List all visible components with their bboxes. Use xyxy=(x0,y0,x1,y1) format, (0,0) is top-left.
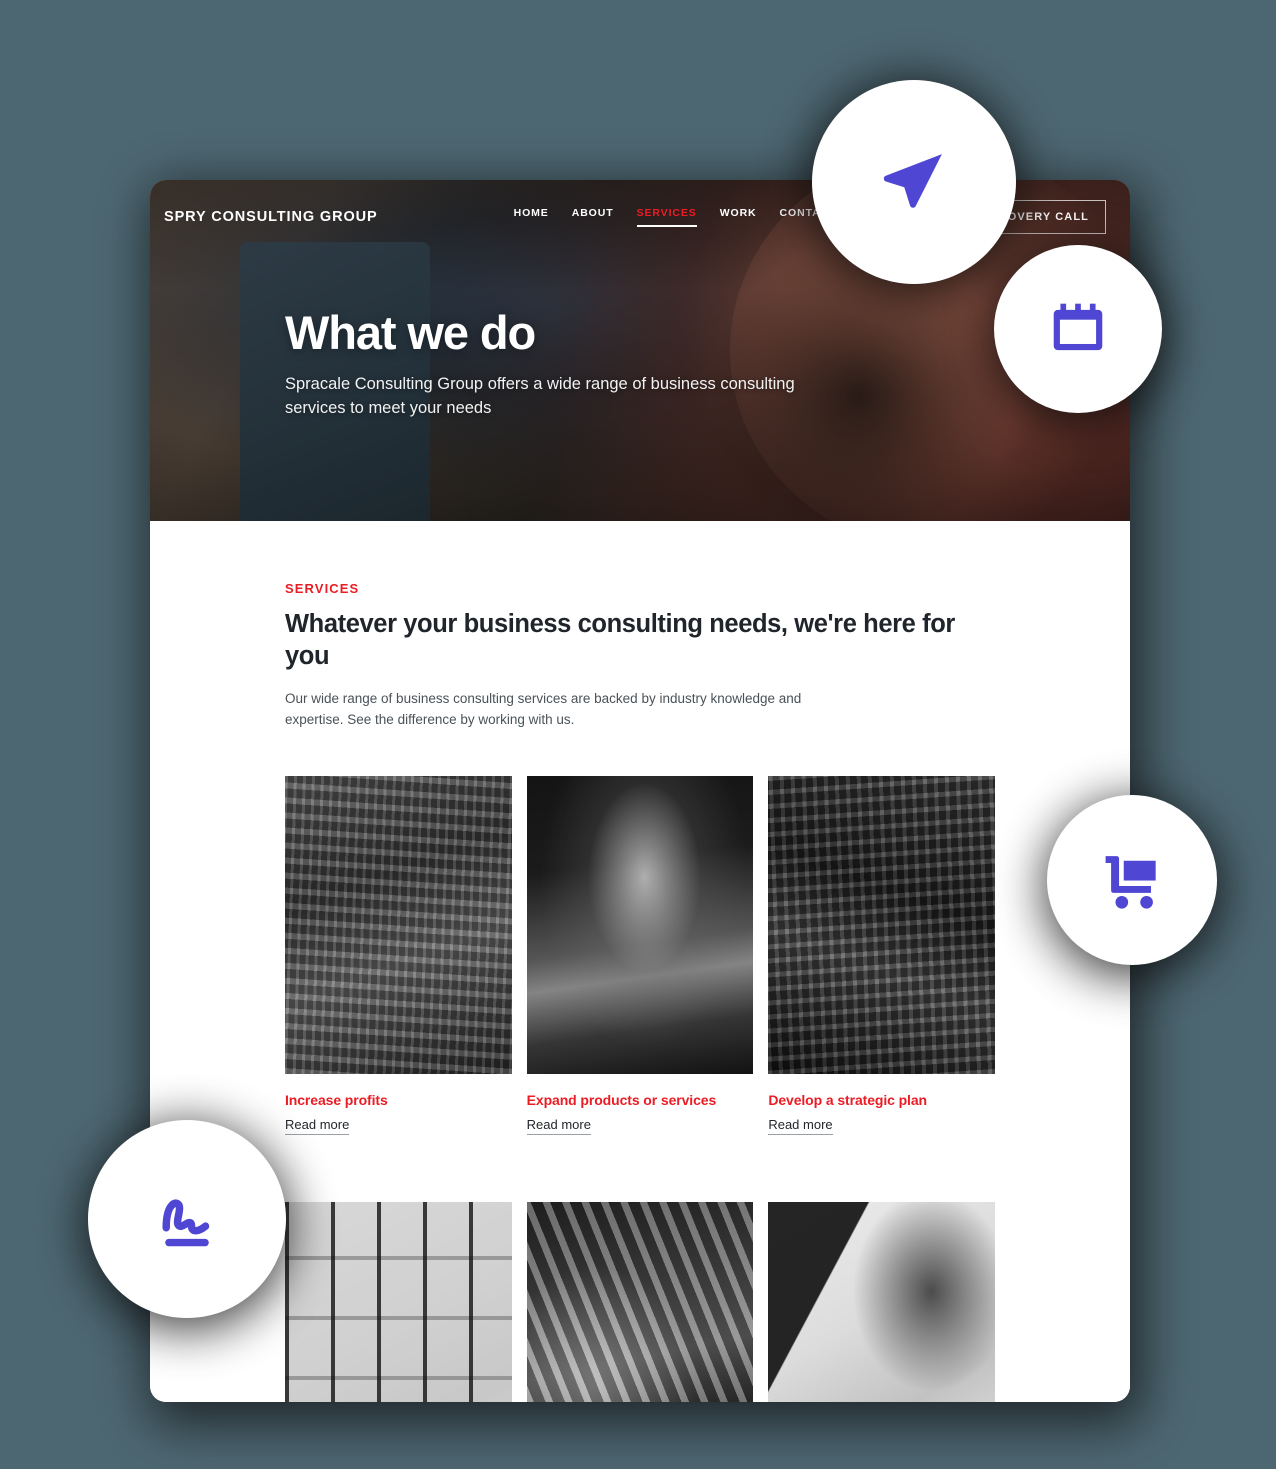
service-card-image xyxy=(526,775,754,1074)
hero-title: What we do xyxy=(285,306,536,359)
service-card-read-more-link[interactable]: Read more xyxy=(768,1117,833,1135)
hero-copy: What we do Spracale Consulting Group off… xyxy=(285,308,815,420)
site-logo[interactable]: SPRY CONSULTING GROUP xyxy=(164,209,378,225)
signature-icon xyxy=(148,1180,226,1258)
service-card-image xyxy=(526,1201,754,1402)
service-card-title: Increase profits xyxy=(285,1091,388,1108)
service-card-read-more-link[interactable]: Read more xyxy=(285,1117,350,1135)
service-card[interactable]: Increase profits Read more xyxy=(285,775,512,1135)
send-badge[interactable] xyxy=(812,80,1016,284)
nav-item-work[interactable]: WORK xyxy=(720,207,757,227)
service-card[interactable] xyxy=(526,1180,754,1402)
service-card-title: Expand products or services xyxy=(526,1091,717,1108)
service-card[interactable] xyxy=(768,1180,995,1402)
service-card-image xyxy=(768,775,995,1074)
nav-item-services[interactable]: SERVICES xyxy=(636,207,697,227)
section-heading: Whatever your business consulting needs,… xyxy=(285,610,955,670)
service-card[interactable]: Expand products or services Read more xyxy=(526,775,754,1135)
send-icon xyxy=(878,146,950,218)
nav-item-about[interactable]: ABOUT xyxy=(572,207,614,227)
section-eyebrow: SERVICES xyxy=(285,581,360,596)
services-section: SERVICES Whatever your business consulti… xyxy=(150,521,1130,1402)
service-card-read-more-link[interactable]: Read more xyxy=(526,1117,591,1135)
cart-icon xyxy=(1099,847,1165,913)
service-card-image xyxy=(285,775,512,1074)
section-body-text: Our wide range of business consulting se… xyxy=(285,690,802,727)
hero-subtitle: Spracale Consulting Group offers a wide … xyxy=(285,375,795,417)
service-card[interactable]: Develop a strategic plan Read more xyxy=(768,775,995,1135)
services-card-grid-row-2 xyxy=(285,1180,995,1402)
service-card[interactable] xyxy=(285,1180,512,1402)
service-card-image xyxy=(285,1201,512,1402)
cart-badge[interactable] xyxy=(1047,795,1217,965)
signature-badge[interactable] xyxy=(88,1120,286,1318)
nav-menu: HOME ABOUT SERVICES WORK CONTACT xyxy=(514,207,837,227)
nav-item-home[interactable]: HOME xyxy=(514,207,549,227)
calendar-badge[interactable] xyxy=(994,245,1162,413)
service-card-title: Develop a strategic plan xyxy=(768,1091,927,1108)
services-card-grid-row-1: Increase profits Read more Expand produc… xyxy=(285,775,995,1135)
calendar-icon xyxy=(1047,298,1109,360)
service-card-image xyxy=(768,1201,995,1402)
website-frame: SPRY CONSULTING GROUP HOME ABOUT SERVICE… xyxy=(150,180,1130,1402)
